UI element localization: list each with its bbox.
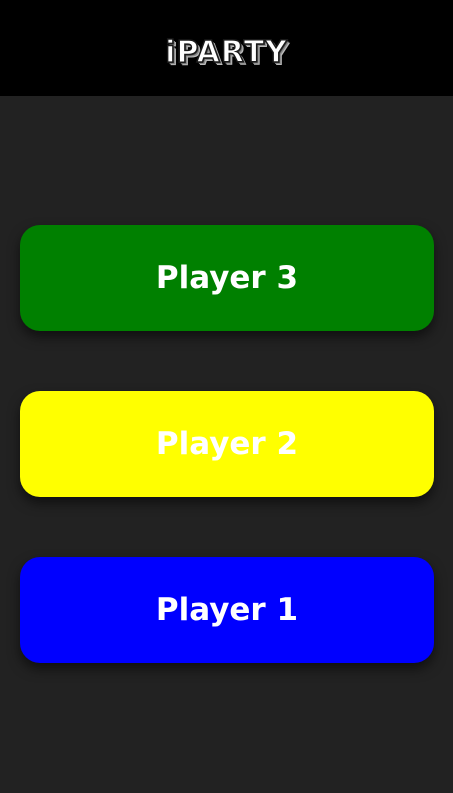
app-header: iPARTY xyxy=(0,0,453,96)
player-select-area: Player 3 Player 2 Player 1 xyxy=(0,96,453,793)
player-1-button[interactable]: Player 1 xyxy=(20,557,434,663)
player-2-button[interactable]: Player 2 xyxy=(20,391,434,497)
app-logo: iPARTY xyxy=(164,34,288,71)
player-2-label: Player 2 xyxy=(155,426,299,462)
player-3-label: Player 3 xyxy=(155,260,299,296)
player-3-button[interactable]: Player 3 xyxy=(20,225,434,331)
player-1-label: Player 1 xyxy=(155,592,299,628)
